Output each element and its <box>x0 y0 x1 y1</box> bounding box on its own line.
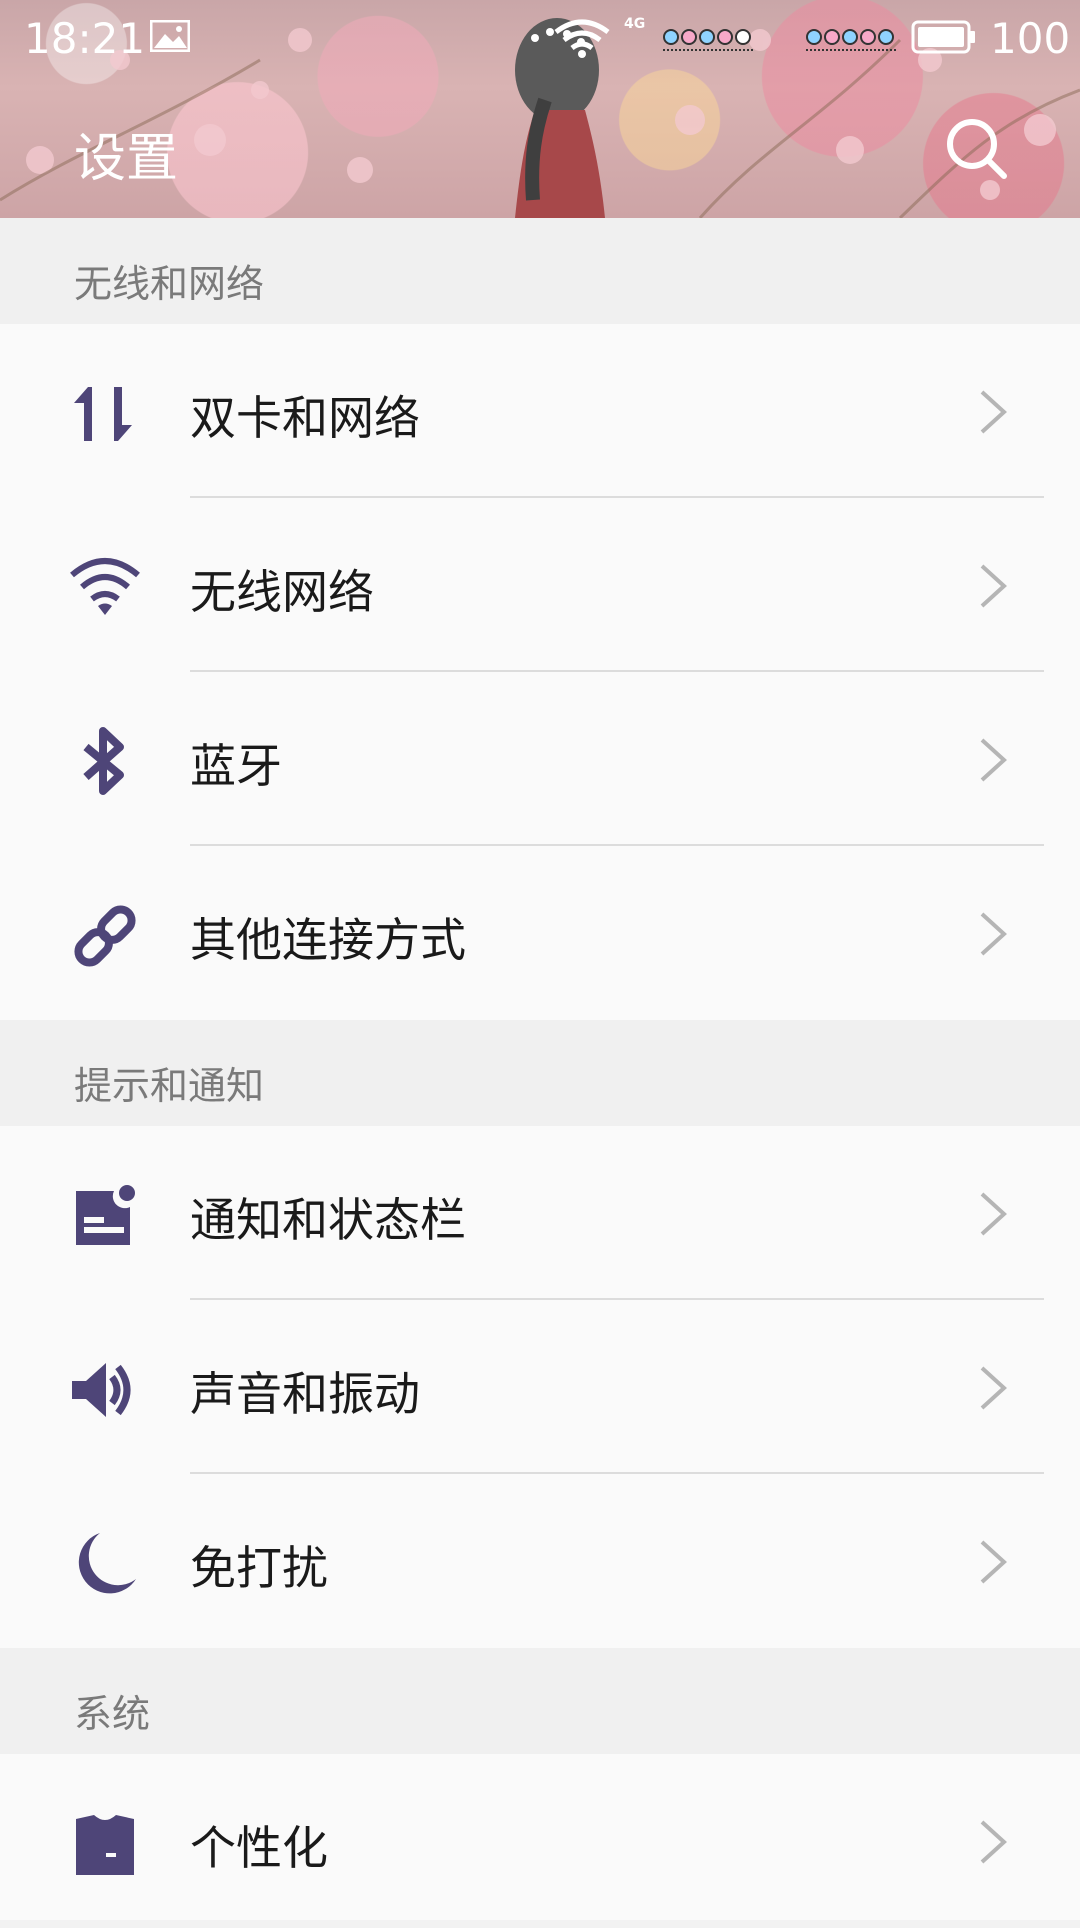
wifi-icon <box>70 558 140 615</box>
page-title: 设置 <box>74 129 179 189</box>
setting-label: 个性化 <box>190 1821 328 1875</box>
setting-label: 通知和状态栏 <box>190 1193 466 1247</box>
network-type: 4G <box>624 16 646 32</box>
status-bar: 18:21 4G 100 <box>0 0 1080 76</box>
status-time: 18:21 <box>24 14 146 63</box>
header-banner: 18:21 4G 100 设置 <box>0 0 1080 218</box>
wifi-status-icon <box>554 19 610 58</box>
setting-label: 其他连接方式 <box>190 913 466 967</box>
chevron-right-icon <box>980 1820 1007 1864</box>
setting-label: 无线网络 <box>190 565 374 619</box>
chevron-right-icon <box>980 1366 1007 1410</box>
setting-item-wifi[interactable]: 无线网络 <box>0 498 1080 672</box>
setting-label: 免打扰 <box>190 1541 328 1595</box>
notification-icon <box>76 1185 135 1245</box>
setting-item-personalization[interactable]: 个性化 <box>0 1754 1080 1928</box>
section-title: 系统 <box>74 1692 151 1736</box>
setting-label: 声音和振动 <box>190 1367 420 1421</box>
setting-item-sound-vibration[interactable]: 声音和振动 <box>0 1300 1080 1474</box>
section-title: 提示和通知 <box>74 1064 265 1108</box>
image-notification-icon <box>150 20 190 52</box>
battery-level: 100 <box>990 14 1071 63</box>
moon-icon <box>78 1533 136 1594</box>
chevron-right-icon <box>980 738 1007 782</box>
section-header-wireless: 无线和网络 <box>0 218 1080 324</box>
section-title: 无线和网络 <box>74 262 265 306</box>
chevron-right-icon <box>980 390 1007 434</box>
group-notifications: 通知和状态栏 声音和振动 免打扰 <box>0 1126 1080 1648</box>
chevron-right-icon <box>980 912 1007 956</box>
group-wireless: 双卡和网络 无线网络 蓝牙 其他连接方式 <box>0 324 1080 1020</box>
setting-item-other-connections[interactable]: 其他连接方式 <box>0 846 1080 1020</box>
shirt-icon <box>76 1815 134 1875</box>
section-header-system: 系统 <box>0 1648 1080 1754</box>
setting-label: 蓝牙 <box>190 739 282 793</box>
link-icon <box>74 905 136 967</box>
group-system: 个性化 <box>0 1754 1080 1920</box>
speaker-icon <box>72 1363 131 1417</box>
signal-strength-icon <box>663 29 753 51</box>
signal-strength-icon <box>806 29 896 51</box>
setting-label: 双卡和网络 <box>190 391 420 445</box>
setting-item-do-not-disturb[interactable]: 免打扰 <box>0 1474 1080 1648</box>
setting-item-bluetooth[interactable]: 蓝牙 <box>0 672 1080 846</box>
chevron-right-icon <box>980 564 1007 608</box>
setting-item-notifications-statusbar[interactable]: 通知和状态栏 <box>0 1126 1080 1300</box>
battery-icon <box>911 20 975 54</box>
chevron-right-icon <box>980 1192 1007 1236</box>
section-header-notifications: 提示和通知 <box>0 1020 1080 1126</box>
dual-sim-arrows-icon <box>74 387 132 441</box>
bluetooth-icon <box>83 727 124 795</box>
search-icon[interactable] <box>940 112 1010 182</box>
setting-item-dual-sim[interactable]: 双卡和网络 <box>0 324 1080 498</box>
chevron-right-icon <box>980 1540 1007 1584</box>
